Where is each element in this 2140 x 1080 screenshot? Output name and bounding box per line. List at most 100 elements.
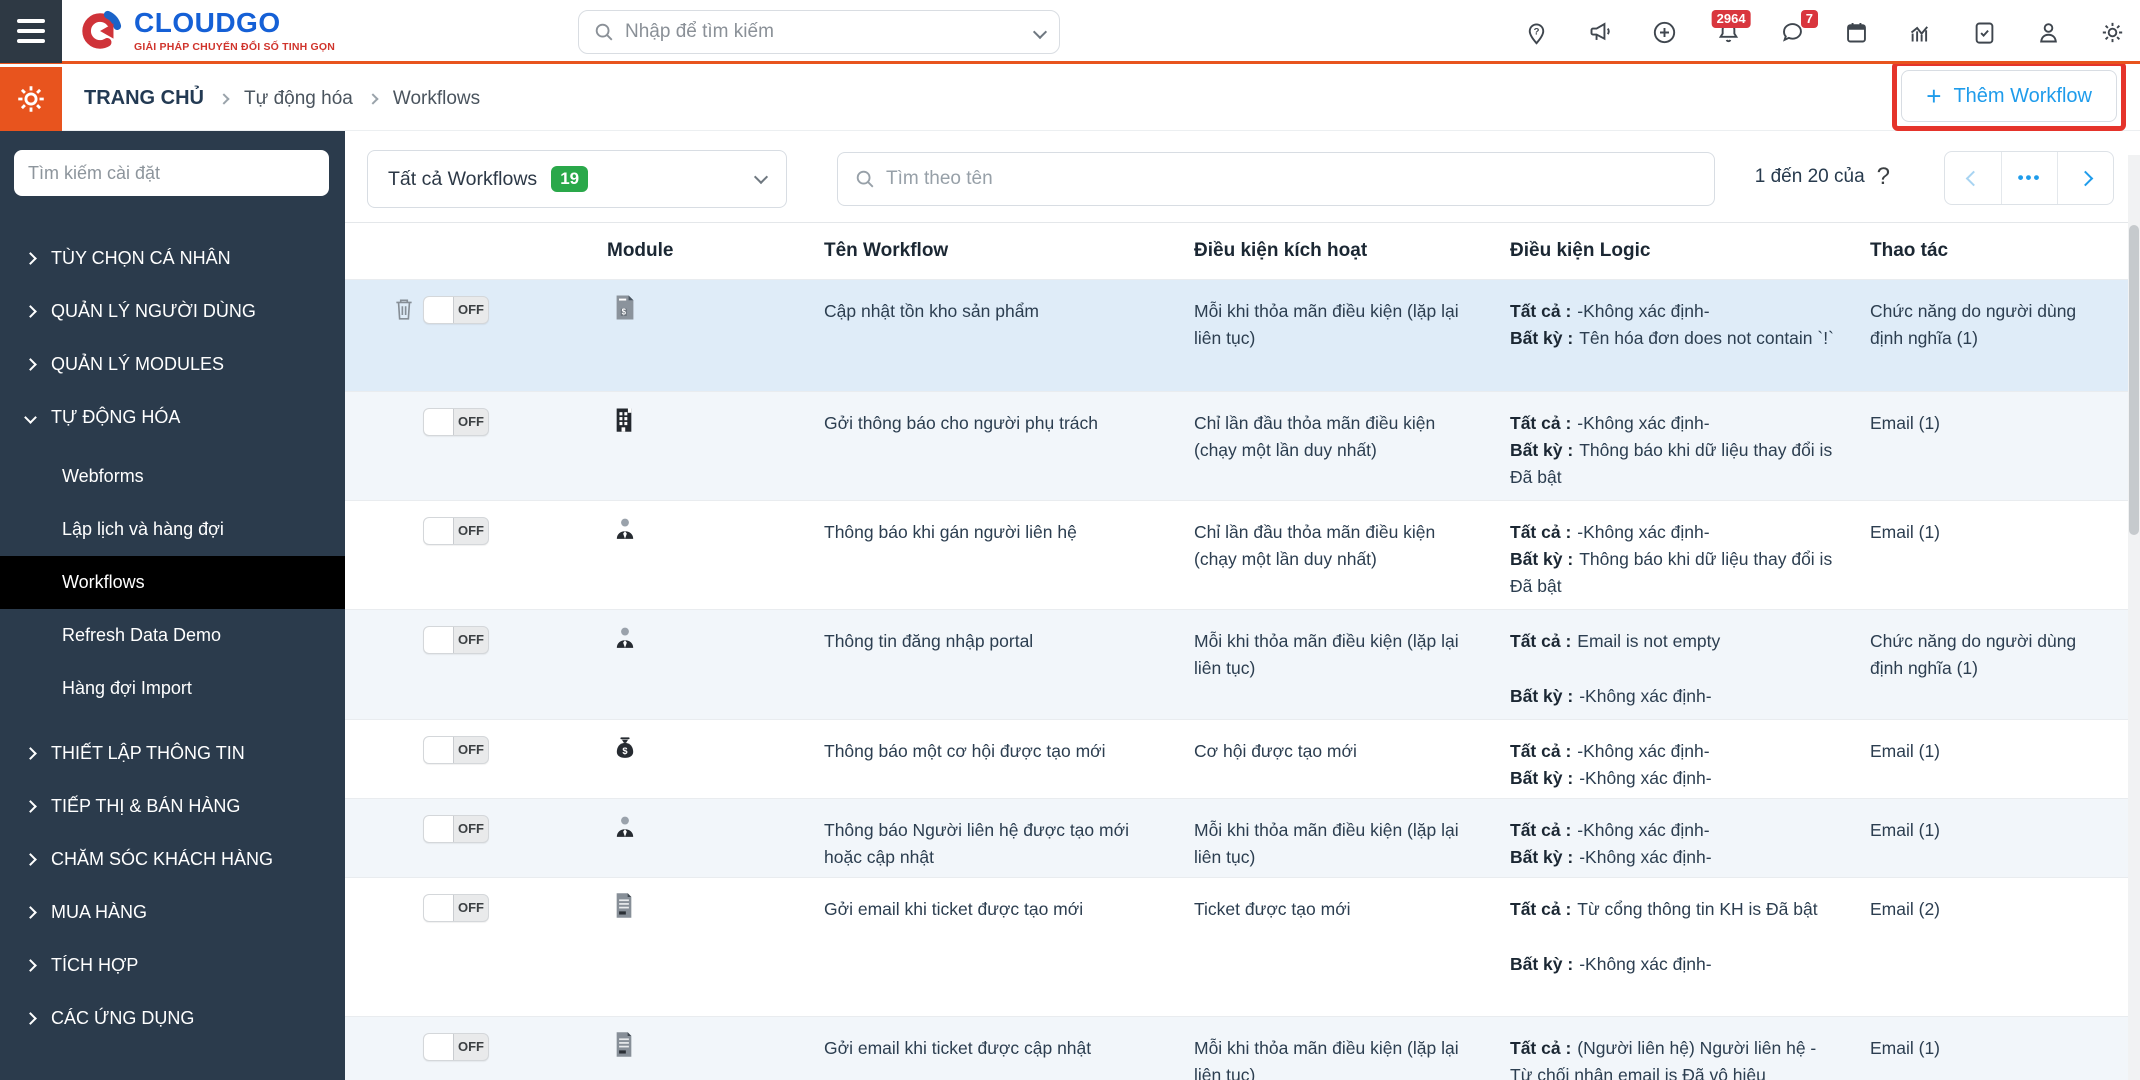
workflow-name-link[interactable]: Thông báo khi gán người liên hệ [824,501,1194,546]
chat-icon[interactable]: 7 [1778,10,1818,46]
cloudgo-logo[interactable]: CLOUDGO GIẢI PHÁP CHUYỂN ĐỔI SỐ TINH GỌN [78,8,335,54]
breadcrumb: TRANG CHỦ Tự động hóa Workflows [84,87,480,110]
chart-icon[interactable] [1906,18,1934,46]
chevron-right-icon [24,1012,37,1025]
col-action: Thao tác [1870,240,1949,261]
workflow-toggle[interactable]: OFF [423,517,489,545]
table-row[interactable]: OFF Gởi email khi ticket được tạo mới Ti… [345,877,2128,1016]
workflow-trigger: Mỗi khi thỏa mãn điều kiện (lặp lại liên… [1194,631,1459,679]
settings-section-icon[interactable] [0,66,62,131]
sidebar-item-import-queue[interactable]: Hàng đợi Import [0,662,345,715]
gear-icon[interactable] [2098,18,2126,46]
sidebar-search-input[interactable] [28,162,315,184]
name-search[interactable] [837,152,1715,206]
table-row[interactable]: OFF Gởi thông báo cho người phụ trách Ch… [345,391,2128,500]
workflow-toggle[interactable]: OFF [423,626,489,654]
plus-circle-icon[interactable] [1650,18,1678,46]
breadcrumb-home[interactable]: TRANG CHỦ [84,87,204,110]
scrollbar-thumb[interactable] [2129,225,2139,535]
workflow-toggle[interactable]: OFF [423,736,489,764]
workflow-toggle[interactable]: OFF [423,894,489,922]
sidebar-item-marketing-sales[interactable]: TIẾP THỊ & BÁN HÀNG [0,780,345,833]
svg-text:$: $ [622,307,627,316]
workflow-trigger: Mỗi khi thỏa mãn điều kiện (lặp lại liên… [1194,820,1459,868]
sidebar-search[interactable] [14,150,329,196]
table-row[interactable]: OFF Thông tin đăng nhập portal Mỗi khi t… [345,609,2128,719]
workflow-action: Email (1) [1870,522,1941,542]
table-row[interactable]: OFF Gởi email khi ticket được cập nhật M… [345,1016,2128,1080]
trash-icon[interactable] [393,297,415,321]
global-search[interactable] [578,10,1060,54]
workflow-logic: Tất cả : Email is not empty Bất kỳ : -Khôn… [1510,631,1721,707]
workflow-action: Email (2) [1870,899,1941,919]
table-row[interactable]: OFF $ Thông báo một cơ hội được tạo mới … [345,719,2128,798]
sidebar-item-automation[interactable]: TỰ ĐỘNG HÓA [0,391,345,444]
breadcrumb-workflows: Workflows [392,87,481,109]
vertical-scrollbar[interactable] [2128,155,2140,1080]
global-search-input[interactable] [625,21,1025,43]
next-page-button[interactable] [2057,152,2113,204]
workflow-toggle[interactable]: OFF [423,296,489,324]
total-count-button[interactable]: ? [1877,163,1890,191]
workflow-name-link[interactable]: Gởi email khi ticket được cập nhật [824,1017,1194,1062]
chevron-right-icon [24,800,37,813]
workflow-logic: Tất cả : -Không xác định- Bất kỳ : Tên hóa… [1510,301,1834,349]
chevron-down-icon [1032,24,1048,40]
megaphone-icon[interactable] [1586,18,1614,46]
more-pages-button[interactable]: ••• [2001,152,2057,204]
tasks-icon[interactable] [1970,18,1998,46]
workflow-filter-dropdown[interactable]: Tất cả Workflows 19 [367,150,787,208]
search-icon [593,21,615,43]
sidebar-item-customer-care[interactable]: CHĂM SÓC KHÁCH HÀNG [0,833,345,886]
chevron-left-icon [1965,170,1981,186]
workflow-action: Email (1) [1870,820,1941,840]
toggle-knob [424,409,454,435]
sidebar-item-purchasing[interactable]: MUA HÀNG [0,886,345,939]
sidebar-item-scheduler[interactable]: Lập lịch và hàng đợi [0,503,345,556]
sidebar-item-info-setup[interactable]: THIẾT LẬP THÔNG TIN [0,727,345,780]
add-workflow-button[interactable]: + Thêm Workflow [1901,70,2117,122]
workflow-name-link[interactable]: Cập nhật tồn kho sản phẩm [824,280,1194,325]
workflow-name-link[interactable]: Thông báo một cơ hội được tạo mới [824,720,1194,765]
table-header-row: Module Tên Workflow Điều kiện kích hoạt … [345,223,2128,279]
workflow-toggle[interactable]: OFF [423,408,489,436]
chevron-right-icon [24,959,37,972]
sidebar-item-apps[interactable]: CÁC ỨNG DỤNG [0,992,345,1045]
sidebar-item-integration[interactable]: TÍCH HỢP [0,939,345,992]
workflows-table: Module Tên Workflow Điều kiện kích hoạt … [345,222,2128,1080]
location-icon[interactable]: ? [1522,18,1550,46]
workflow-name-link[interactable]: Gởi email khi ticket được tạo mới [824,878,1194,923]
sidebar-item-modules[interactable]: QUẢN LÝ MODULES [0,338,345,391]
bell-icon[interactable]: 2964 [1711,10,1751,46]
breadcrumb-automation[interactable]: Tự động hóa [244,88,353,110]
sidebar-menu: TÙY CHỌN CÁ NHÂN QUẢN LÝ NGƯỜI DÙNG QUẢN… [0,232,345,1045]
sidebar-item-personal[interactable]: TÙY CHỌN CÁ NHÂN [0,232,345,285]
invoice-icon: $ [555,280,824,321]
workflow-logic: Tất cả : Từ cổng thông tin KH is Đã bật B… [1510,899,1818,975]
plus-icon: + [1926,81,1942,111]
workflow-name-link[interactable]: Gởi thông báo cho người phụ trách [824,392,1194,437]
workflow-name-link[interactable]: Thông báo Người liên hệ được tạo mới hoặ… [824,799,1194,871]
sidebar-item-refresh-data[interactable]: Refresh Data Demo [0,609,345,662]
messages-badge: 7 [1800,10,1818,28]
chevron-right-icon [24,906,37,919]
table-row[interactable]: OFF Thông báo khi gán người liên hệ Chỉ … [345,500,2128,609]
col-module: Module [607,240,674,261]
sidebar-item-users[interactable]: QUẢN LÝ NGƯỜI DÙNG [0,285,345,338]
table-row[interactable]: OFF $ Cập nhật tồn kho sản phẩm Mỗi khi … [345,279,2128,391]
hamburger-menu-button[interactable] [0,0,62,63]
workflow-toggle[interactable]: OFF [423,815,489,843]
user-icon[interactable] [2034,18,2062,46]
notifications-badge: 2964 [1711,10,1751,28]
prev-page-button[interactable] [1945,152,2001,204]
sidebar-item-webforms[interactable]: Webforms [0,450,345,503]
pagination-controls: ••• [1944,151,2114,205]
sidebar-item-workflows[interactable]: Workflows [0,556,345,609]
calendar-icon[interactable] [1842,18,1870,46]
logo-title: CLOUDGO [134,6,281,38]
workflow-trigger: Mỗi khi thỏa mãn điều kiện (lặp lại liên… [1194,1038,1459,1080]
table-row[interactable]: OFF Thông báo Người liên hệ được tạo mới… [345,798,2128,877]
workflow-name-link[interactable]: Thông tin đăng nhập portal [824,610,1194,655]
workflow-toggle[interactable]: OFF [423,1033,489,1061]
name-search-input[interactable] [886,168,1698,190]
